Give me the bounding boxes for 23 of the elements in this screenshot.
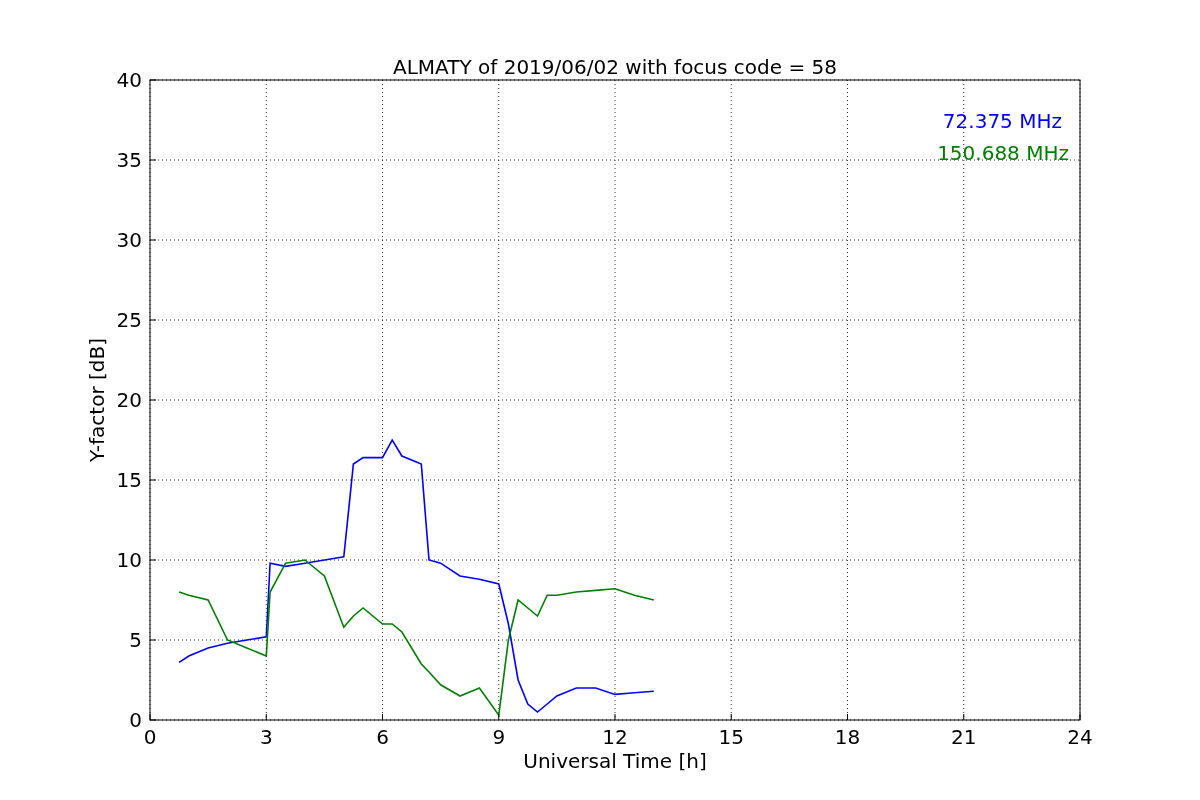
chart-title: ALMATY of 2019/06/02 with focus code = 58 [393, 55, 837, 79]
x-tick-label: 3 [259, 725, 273, 749]
y-tick-label: 30 [116, 228, 142, 252]
x-tick-label: 21 [951, 725, 977, 749]
y-tick-label: 10 [116, 548, 142, 572]
x-tick-label: 18 [834, 725, 861, 749]
x-tick-label: 24 [1067, 725, 1093, 749]
y-tick-label: 40 [116, 68, 142, 92]
x-tick-label: 6 [376, 725, 389, 749]
legend-label: 72.375 MHz [942, 109, 1062, 133]
legend-label: 150.688 MHz [937, 141, 1069, 165]
x-tick-label: 0 [143, 725, 157, 749]
y-tick-label: 0 [129, 708, 142, 732]
y-tick-label: 25 [116, 308, 142, 332]
x-axis-label: Universal Time [h] [523, 749, 707, 773]
y-tick-label: 15 [116, 468, 142, 492]
x-tick-label: 12 [602, 725, 628, 749]
y-tick-label: 35 [116, 148, 142, 172]
x-tick-label: 9 [492, 725, 506, 749]
y-tick-label: 20 [116, 388, 142, 412]
y-tick-label: 5 [129, 628, 142, 652]
x-tick-label: 15 [718, 725, 744, 749]
y-axis-label: Y-factor [dB] [85, 338, 109, 462]
